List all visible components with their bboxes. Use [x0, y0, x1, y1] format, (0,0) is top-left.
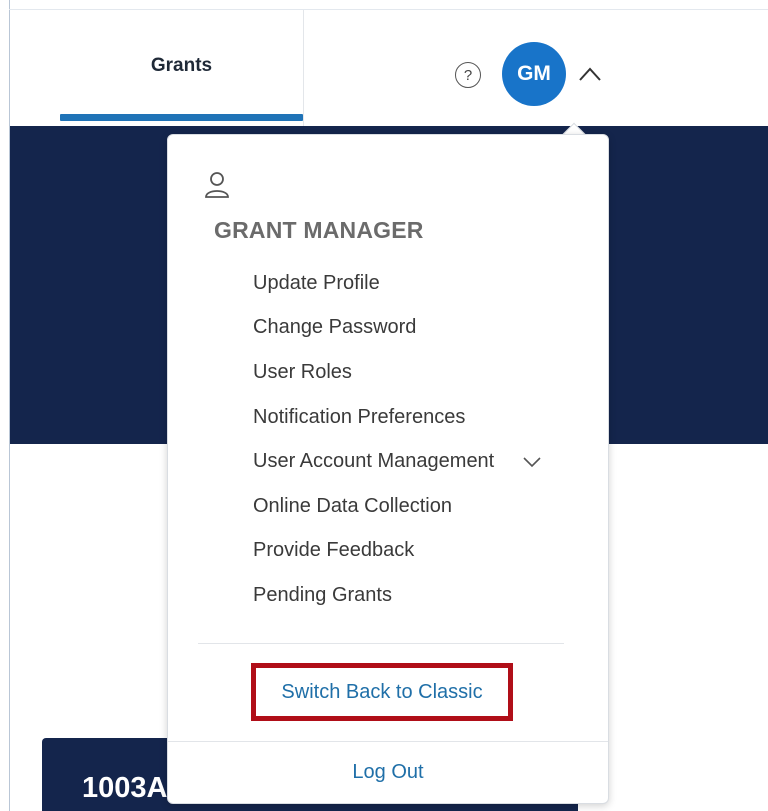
tab-divider [303, 10, 304, 126]
menu-item-label: Notification Preferences [253, 405, 466, 428]
grant-card-title: 1003A [82, 772, 168, 804]
user-icon [205, 172, 229, 198]
help-icon-glyph: ? [463, 66, 473, 84]
menu-item-provide-feedback[interactable]: Provide Feedback [253, 529, 593, 574]
menu-item-label: User Account Management [253, 450, 495, 473]
tab-grants-label: Grants [150, 55, 213, 76]
menu-item-label: User Roles [253, 360, 352, 383]
log-out-link[interactable]: Log Out [168, 742, 608, 802]
menu-item-label: Change Password [253, 316, 417, 339]
role-title: GRANT MANAGER [214, 217, 424, 243]
menu-item-label: Provide Feedback [253, 539, 415, 562]
log-out-label: Log Out [352, 760, 424, 783]
avatar-initials: GM [517, 62, 551, 85]
chevron-up-icon[interactable] [577, 62, 603, 86]
help-icon[interactable]: ? [455, 62, 481, 88]
menu-item-label: Pending Grants [253, 583, 392, 606]
menu-item-pending-grants[interactable]: Pending Grants [253, 573, 593, 618]
menu-item-change-password[interactable]: Change Password [253, 306, 593, 351]
menu-item-label: Online Data Collection [253, 494, 452, 517]
user-menu-dropdown: GRANT MANAGER Update Profile Change Pass… [167, 134, 609, 804]
menu-item-update-profile[interactable]: Update Profile [253, 261, 593, 306]
switch-back-to-classic-link[interactable]: Switch Back to Classic [251, 663, 513, 721]
active-tab-indicator [60, 114, 303, 121]
menu-divider [198, 643, 564, 644]
menu-item-user-roles[interactable]: User Roles [253, 350, 593, 395]
menu-item-label: Update Profile [253, 271, 380, 294]
menu-item-notification-preferences[interactable]: Notification Preferences [253, 395, 593, 440]
chevron-down-icon[interactable] [522, 456, 542, 468]
top-navigation-bar: Grants [10, 10, 768, 126]
switch-back-to-classic-label: Switch Back to Classic [281, 680, 483, 703]
menu-item-user-account-management[interactable]: User Account Management [253, 439, 593, 484]
tab-grants[interactable]: Grants [60, 10, 303, 122]
menu-item-online-data-collection[interactable]: Online Data Collection [253, 484, 593, 529]
user-avatar-button[interactable]: GM [502, 42, 566, 106]
user-menu-list: Update Profile Change Password User Role… [253, 261, 593, 618]
